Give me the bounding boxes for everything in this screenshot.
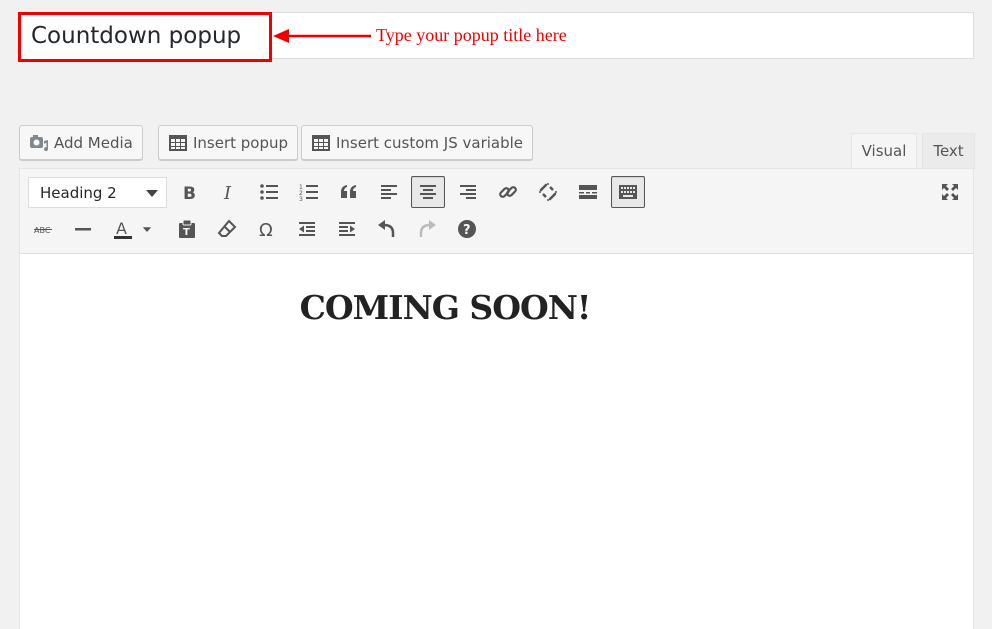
- svg-text:I: I: [223, 183, 232, 202]
- align-right-button[interactable]: [451, 176, 485, 208]
- svg-text:T: T: [183, 227, 190, 238]
- numbered-list-icon: 123: [299, 184, 318, 202]
- undo-button[interactable]: [370, 213, 404, 245]
- bulleted-list-button[interactable]: [252, 176, 286, 208]
- align-left-button[interactable]: [372, 176, 406, 208]
- redo-icon: [419, 220, 436, 237]
- keyboard-shortcuts-button[interactable]: ?: [450, 213, 484, 245]
- svg-text:?: ?: [463, 223, 471, 238]
- table-icon: [311, 133, 331, 153]
- editor-toolbar: Heading 2 B I 123 ABC A T Ω ?: [19, 168, 974, 254]
- link-icon: [499, 186, 517, 198]
- svg-text:B: B: [183, 184, 196, 202]
- remove-link-button[interactable]: [531, 176, 565, 208]
- eraser-icon: [217, 219, 237, 237]
- quote-icon: [341, 185, 356, 198]
- outdent-icon: [299, 222, 315, 236]
- add-media-label: Add Media: [54, 133, 133, 152]
- strikethrough-icon: ABC: [34, 226, 52, 235]
- tab-visual[interactable]: Visual: [851, 133, 917, 169]
- strikethrough-button[interactable]: ABC: [26, 213, 60, 245]
- camera-music-icon: [29, 133, 49, 153]
- fullscreen-icon: [942, 184, 958, 200]
- title-input[interactable]: Countdown popup: [18, 12, 272, 62]
- unlink-icon: [539, 183, 557, 201]
- align-center-button[interactable]: [411, 176, 445, 208]
- keyboard-icon: [619, 185, 637, 199]
- align-right-icon: [460, 185, 476, 199]
- numbered-list-button[interactable]: 123: [292, 176, 326, 208]
- undo-icon: [378, 220, 395, 237]
- italic-icon: I: [223, 183, 232, 202]
- editor-content-area[interactable]: COMING SOON!: [19, 254, 974, 629]
- bold-icon: B: [183, 184, 196, 202]
- paste-as-text-button[interactable]: T: [170, 213, 204, 245]
- chevron-down-icon: [146, 190, 158, 197]
- add-media-button[interactable]: Add Media: [19, 125, 143, 160]
- decrease-indent-button[interactable]: [290, 213, 324, 245]
- bold-button[interactable]: B: [172, 176, 206, 208]
- clipboard-icon: T: [179, 219, 195, 238]
- omega-icon: Ω: [259, 220, 273, 239]
- clear-formatting-button[interactable]: [210, 213, 244, 245]
- help-icon: ?: [458, 220, 476, 238]
- bulleted-list-icon: [260, 184, 278, 200]
- insert-custom-js-variable-label: Insert custom JS variable: [336, 133, 524, 152]
- svg-text:Ω: Ω: [259, 220, 273, 239]
- table-icon: [168, 133, 188, 153]
- tab-text[interactable]: Text: [922, 133, 975, 169]
- special-character-button[interactable]: Ω: [250, 213, 284, 245]
- svg-text:A: A: [116, 219, 127, 238]
- indent-icon: [339, 222, 355, 236]
- text-color-dropdown[interactable]: [138, 213, 156, 245]
- annotation-arrow: [273, 29, 371, 43]
- text-color-button[interactable]: A: [106, 213, 140, 245]
- insert-popup-label: Insert popup: [193, 133, 289, 152]
- toolbar-toggle-button[interactable]: [611, 176, 645, 208]
- horizontal-line-icon: [75, 228, 91, 231]
- read-more-icon: [579, 185, 597, 199]
- italic-button[interactable]: I: [212, 176, 246, 208]
- content-heading: COMING SOON!: [299, 288, 592, 327]
- align-center-icon: [420, 185, 436, 199]
- horizontal-line-button[interactable]: [66, 213, 100, 245]
- blockquote-button[interactable]: [332, 176, 366, 208]
- svg-text:ABC: ABC: [34, 226, 51, 235]
- format-select-value: Heading 2: [40, 184, 117, 202]
- text-color-icon: A: [114, 219, 132, 239]
- redo-button[interactable]: [410, 213, 444, 245]
- svg-text:3: 3: [299, 196, 303, 202]
- align-left-icon: [381, 185, 397, 199]
- format-select[interactable]: Heading 2: [28, 177, 167, 208]
- annotation-text: Type your popup title here: [376, 25, 567, 45]
- insert-custom-js-variable-button[interactable]: Insert custom JS variable: [301, 125, 534, 160]
- chevron-down-icon: [142, 227, 152, 232]
- insert-link-button[interactable]: [491, 176, 525, 208]
- fullscreen-button[interactable]: [933, 176, 967, 208]
- read-more-button[interactable]: [571, 176, 605, 208]
- insert-popup-button[interactable]: Insert popup: [158, 125, 299, 160]
- increase-indent-button[interactable]: [330, 213, 364, 245]
